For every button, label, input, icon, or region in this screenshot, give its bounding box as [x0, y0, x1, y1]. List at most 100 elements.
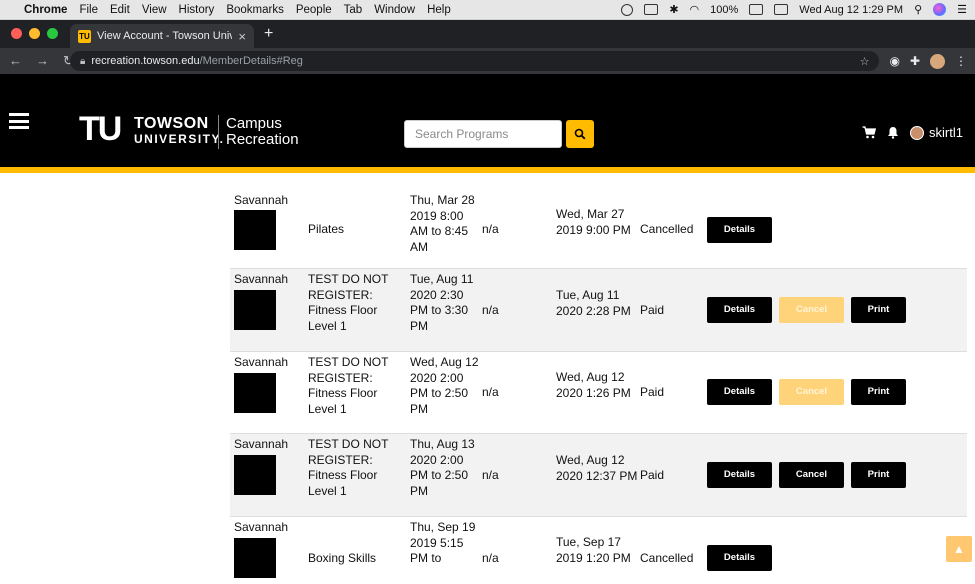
details-button[interactable]: Details: [707, 297, 772, 323]
program-date: Tue, Aug 11 2020 2:30 PM to 3:30 PM: [410, 272, 474, 333]
registered-date: Tue, Aug 11 2020 2:28 PM: [556, 288, 631, 318]
registered-date: Tue, Sep 17 2019 1:20 PM: [556, 535, 631, 565]
redacted-block: [234, 210, 276, 250]
notification-bell-icon[interactable]: [887, 126, 899, 139]
program-date: Thu, Mar 28 2019 8:00 AM to 8:45 AM: [410, 193, 475, 254]
program-date: Wed, Aug 12 2020 2:00 PM to 2:50 PM: [410, 355, 479, 416]
status-badge: Paid: [640, 468, 665, 482]
web-page: TU TOWSON UNIVERSITY. Campus Recreation …: [0, 74, 975, 584]
siri-icon[interactable]: [933, 3, 947, 16]
menu-edit[interactable]: Edit: [110, 4, 130, 16]
tab-title: View Account - Towson Univer: [97, 30, 233, 42]
browser-menu-icon[interactable]: ⋮: [955, 54, 967, 68]
logo-letters: TU: [79, 110, 122, 148]
participant-name: Savannah: [234, 437, 289, 451]
menu-app-name[interactable]: Chrome: [24, 4, 67, 16]
menu-window[interactable]: Window: [374, 4, 415, 16]
input-source-icon[interactable]: [774, 4, 789, 15]
program-name: TEST DO NOT REGISTER: Fitness Floor Leve…: [308, 437, 389, 498]
scroll-to-top-button[interactable]: ▲: [946, 536, 972, 562]
menu-view[interactable]: View: [142, 4, 167, 16]
details-button[interactable]: Details: [707, 379, 772, 405]
menu-people[interactable]: People: [296, 4, 332, 16]
menu-help[interactable]: Help: [427, 4, 451, 16]
participant-name: Savannah: [234, 355, 289, 369]
screen-record-icon[interactable]: [621, 3, 634, 16]
forward-arrow-icon[interactable]: →: [36, 53, 49, 69]
towson-logo-text[interactable]: TOWSON UNIVERSITY.: [134, 116, 225, 146]
battery-percent[interactable]: 100%: [710, 4, 738, 16]
cancel-button[interactable]: Cancel: [779, 297, 844, 323]
na-value: n/a: [482, 551, 499, 565]
bookmark-star-icon[interactable]: ☆: [860, 55, 870, 68]
registrations-table: Savannah Pilates Thu, Mar 28 2019 8:00 A…: [230, 190, 967, 584]
campus-recreation-title[interactable]: Campus Recreation: [226, 116, 299, 148]
search-programs-input[interactable]: [404, 120, 562, 148]
search-icon: [574, 128, 586, 140]
participant-name: Savannah: [234, 272, 289, 286]
wifi-icon[interactable]: ◠: [690, 3, 700, 16]
control-center-icon[interactable]: ☰: [957, 3, 967, 16]
address-bar[interactable]: 🔒︎ recreation.towson.edu/MemberDetails#R…: [70, 51, 880, 71]
menu-bookmarks[interactable]: Bookmarks: [226, 4, 284, 16]
redacted-block: [234, 373, 276, 413]
logo-divider: [218, 115, 219, 149]
table-row: Savannah TEST DO NOT REGISTER: Fitness F…: [230, 269, 967, 352]
menu-file[interactable]: File: [79, 4, 98, 16]
browser-tab-active[interactable]: TU View Account - Towson Univer ×: [70, 24, 254, 48]
browser-tab-strip: TU View Account - Towson Univer × +: [0, 20, 975, 48]
menu-history[interactable]: History: [179, 4, 215, 16]
menubar-clock[interactable]: Wed Aug 12 1:29 PM: [799, 4, 903, 16]
macos-menubar: Chrome File Edit View History Bookmarks …: [0, 0, 975, 20]
back-arrow-icon[interactable]: ←: [9, 53, 22, 69]
menu-tab[interactable]: Tab: [344, 4, 363, 16]
participant-name: Savannah: [234, 520, 289, 534]
maximize-window-button[interactable]: [47, 28, 58, 39]
chevron-up-icon: ▲: [953, 542, 965, 556]
new-tab-button[interactable]: +: [254, 25, 283, 48]
battery-icon[interactable]: [749, 4, 764, 15]
spotlight-search-icon[interactable]: ⚲: [914, 3, 922, 16]
logo-sub-line1: Campus: [226, 115, 282, 132]
extensions-puzzle-icon[interactable]: ✚: [910, 54, 920, 68]
print-button[interactable]: Print: [851, 297, 906, 323]
details-button[interactable]: Details: [707, 545, 772, 571]
close-tab-icon[interactable]: ×: [238, 29, 246, 44]
redacted-block: [234, 538, 276, 578]
registered-date: Wed, Aug 12 2020 1:26 PM: [556, 370, 631, 400]
details-button[interactable]: Details: [707, 217, 772, 243]
tu-favicon-icon: TU: [78, 29, 91, 43]
extension-icon[interactable]: ◉: [889, 54, 899, 68]
user-avatar[interactable]: [910, 125, 925, 140]
bluetooth-icon[interactable]: ✱: [669, 3, 678, 16]
close-window-button[interactable]: [11, 28, 22, 39]
table-row: Savannah Boxing Skills Thu, Sep 19 2019 …: [230, 517, 967, 584]
towson-logo-mark[interactable]: TU: [79, 110, 122, 148]
status-badge: Cancelled: [640, 222, 694, 236]
url-path: /MemberDetails#Reg: [199, 55, 303, 67]
airplay-icon[interactable]: [644, 4, 659, 15]
program-name: Pilates: [308, 222, 345, 236]
program-name: TEST DO NOT REGISTER: Fitness Floor Leve…: [308, 272, 389, 333]
cancel-button[interactable]: Cancel: [779, 462, 844, 488]
cart-icon[interactable]: [862, 126, 877, 139]
print-button[interactable]: Print: [851, 379, 906, 405]
redacted-block: [234, 455, 276, 495]
redacted-block: [234, 290, 276, 330]
username-label[interactable]: skirtl1: [929, 125, 963, 140]
table-row: Savannah TEST DO NOT REGISTER: Fitness F…: [230, 352, 967, 434]
program-name: Boxing Skills: [308, 551, 377, 565]
na-value: n/a: [482, 303, 499, 317]
site-header: TU TOWSON UNIVERSITY. Campus Recreation …: [0, 74, 975, 173]
profile-avatar[interactable]: [930, 53, 945, 69]
minimize-window-button[interactable]: [29, 28, 40, 39]
participant-name: Savannah: [234, 193, 289, 207]
print-button[interactable]: Print: [851, 462, 906, 488]
status-badge: Cancelled: [640, 551, 694, 565]
search-button[interactable]: [566, 120, 594, 148]
hamburger-menu-icon[interactable]: [9, 113, 29, 129]
lock-icon[interactable]: 🔒︎: [80, 56, 85, 67]
cancel-button[interactable]: Cancel: [779, 379, 844, 405]
details-button[interactable]: Details: [707, 462, 772, 488]
program-date: Thu, Aug 13 2020 2:00 PM to 2:50 PM: [410, 437, 475, 498]
